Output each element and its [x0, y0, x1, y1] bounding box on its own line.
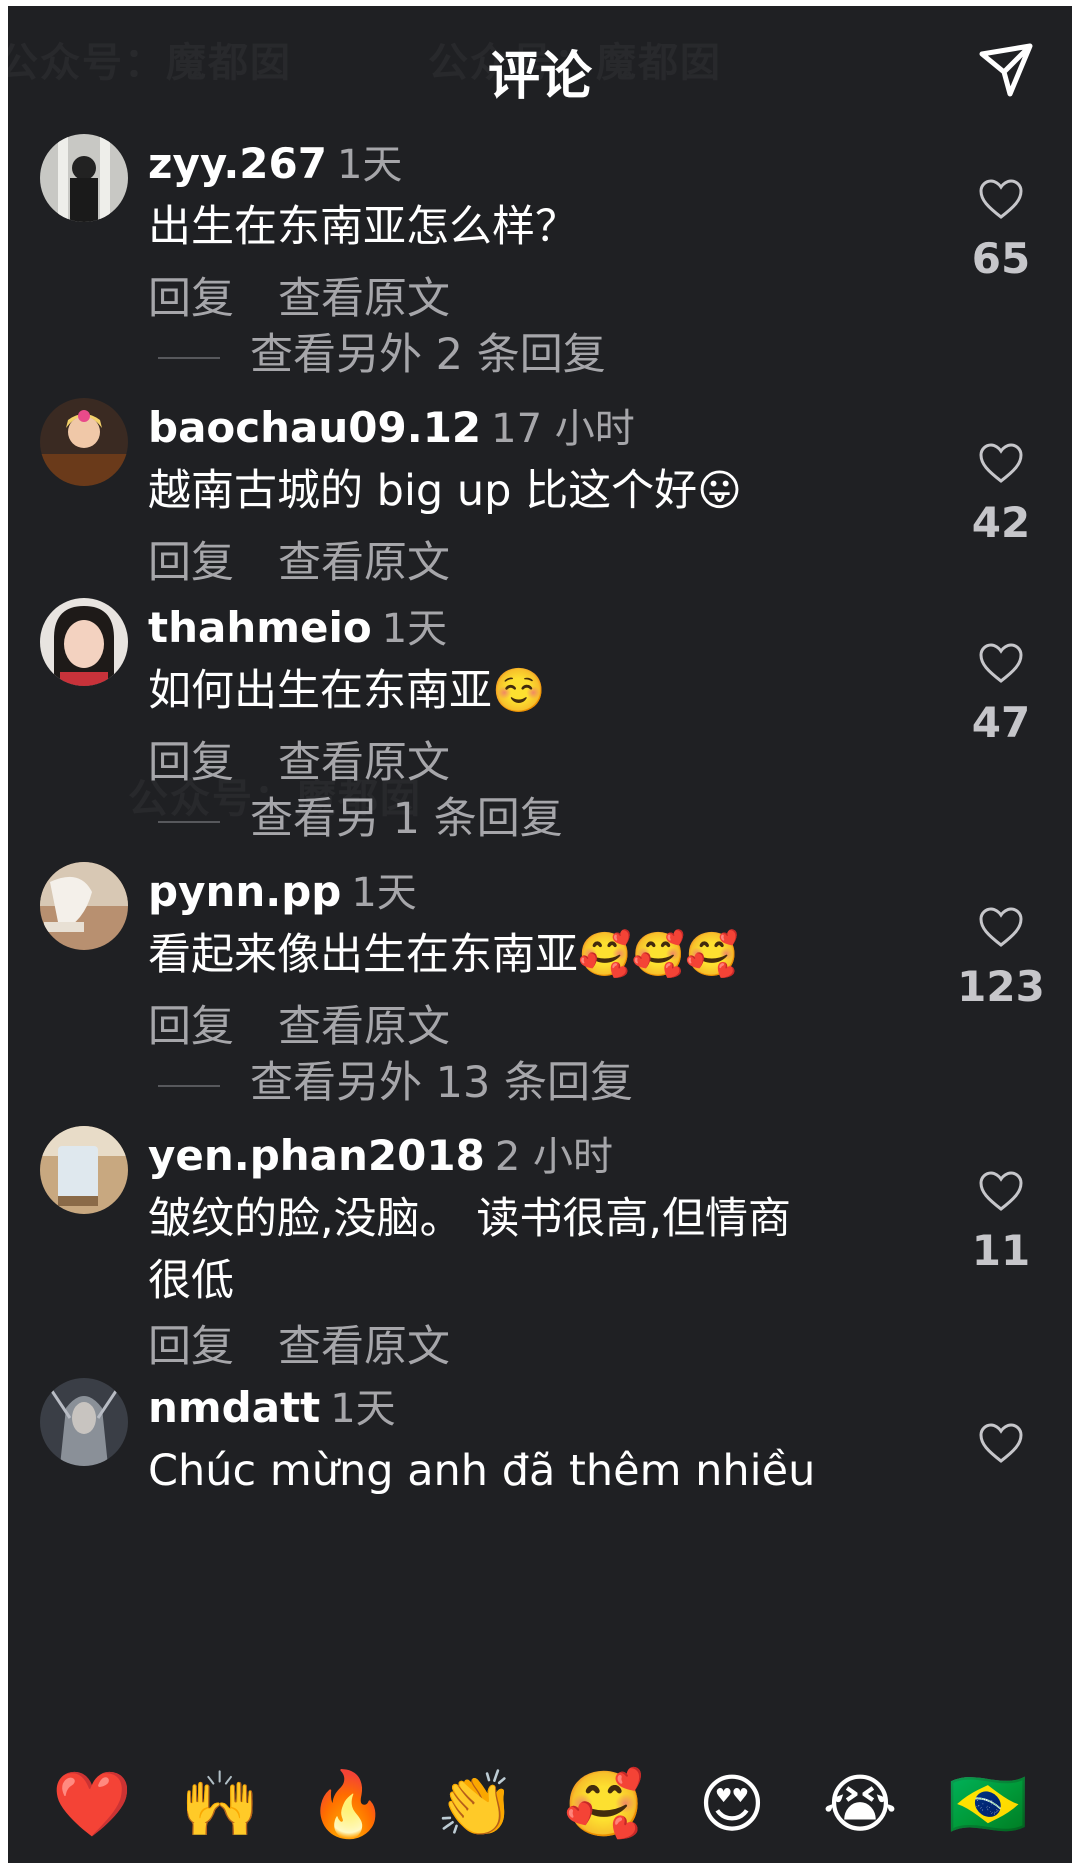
comment-header: baochau09.12 17 小时 [148, 398, 635, 458]
comment-header: nmdatt 1天 [148, 1378, 396, 1438]
emoji-crying-face[interactable]: 😭 [815, 1765, 905, 1845]
avatar[interactable] [40, 1378, 128, 1466]
header: 评论 [8, 6, 1072, 126]
like-control[interactable] [956, 1422, 1046, 1464]
view-original-button[interactable]: 查看原文 [278, 1002, 450, 1052]
view-more-replies[interactable]: 查看另外 2 条回复 [158, 320, 606, 382]
emoji-reaction-bar: ❤️ 🙌 🔥 👏 🥰 😍 😭 🇧🇷 [8, 1747, 1072, 1863]
page-title: 评论 [487, 47, 592, 107]
emoji-raising-hands[interactable]: 🙌 [175, 1765, 265, 1845]
comments-screen: 公众号：魔都囡 公众号：魔都囡 公众号：魔都囡 评论 zyy.2671天 出生在… [8, 6, 1072, 1863]
comment-list: zyy.267 1天 出生在东南亚怎么样？ 回复 查看原文 查看另外 2 条回复 6… [8, 6, 1072, 1863]
emoji-smiling-hearts[interactable]: 🥰 [559, 1765, 649, 1845]
divider [158, 820, 220, 823]
like-count: 123 [957, 962, 1045, 1011]
like-count: 47 [971, 698, 1031, 747]
comment-actions: 回复 查看原文 [148, 528, 450, 590]
like-control[interactable]: 47 [956, 642, 1046, 747]
avatar[interactable] [40, 134, 128, 222]
reply-button[interactable]: 回复 [148, 274, 234, 324]
username[interactable]: pynn.pp [148, 867, 341, 916]
view-original-button[interactable]: 查看原文 [278, 274, 450, 324]
comment-text: 皱纹的脸,没脑。 读书很高,但情商很低 [148, 1194, 792, 1306]
like-control[interactable]: 123 [956, 906, 1046, 1011]
scroll-fade [8, 1707, 1072, 1747]
comment-text: 出生在东南亚怎么样？ [148, 202, 578, 252]
comment-header: thahmeio 1天 [148, 598, 447, 658]
view-more-replies-label: 查看另外 2 条回复 [250, 330, 606, 380]
username[interactable]: zyy.267 [148, 139, 327, 188]
emoji-flag-brazil[interactable]: 🇧🇷 [943, 1765, 1033, 1845]
like-control[interactable]: 65 [956, 178, 1046, 283]
comment-actions: 回复 查看原文 [148, 1312, 450, 1374]
avatar[interactable] [40, 1126, 128, 1214]
emoji-red-heart[interactable]: ❤️ [47, 1765, 137, 1845]
comment-text: Chúc mừng anh đã thêm nhiều [148, 1446, 816, 1496]
heart-icon[interactable] [978, 178, 1024, 220]
comment-header: pynn.pp 1天 [148, 862, 417, 922]
divider [158, 356, 220, 359]
emoji-fire[interactable]: 🔥 [303, 1765, 393, 1845]
view-more-replies-label: 查看另 1 条回复 [250, 794, 563, 844]
comment-header: yen.phan2018 2 小时 [148, 1126, 613, 1186]
view-original-button[interactable]: 查看原文 [278, 1322, 450, 1372]
comment-time: 17 小时 [491, 406, 635, 452]
avatar[interactable] [40, 398, 128, 486]
like-control[interactable]: 11 [956, 1170, 1046, 1275]
heart-icon[interactable] [978, 1422, 1024, 1464]
comment-time: 1天 [381, 606, 448, 652]
view-original-button[interactable]: 查看原文 [278, 538, 450, 588]
like-count: 42 [971, 498, 1031, 547]
view-more-replies[interactable]: 查看另 1 条回复 [158, 784, 563, 846]
username[interactable]: thahmeio [148, 603, 372, 652]
reply-button[interactable]: 回复 [148, 1322, 234, 1372]
comment-text: 看起来像出生在东南亚🥰🥰🥰 [148, 930, 739, 980]
comment-header: zyy.267 1天 [148, 134, 402, 194]
reply-button[interactable]: 回复 [148, 538, 234, 588]
divider [158, 1084, 220, 1087]
comment-time: 2 小时 [494, 1134, 613, 1180]
emoji-heart-eyes[interactable]: 😍 [687, 1765, 777, 1845]
emoji-clapping-hands[interactable]: 👏 [431, 1765, 521, 1845]
comment-actions: 回复 查看原文 [148, 992, 450, 1054]
username[interactable]: baochau09.12 [148, 403, 481, 452]
like-count: 65 [971, 234, 1031, 283]
avatar[interactable] [40, 598, 128, 686]
comment-actions: 回复 查看原文 [148, 728, 450, 790]
comment-text: 越南古城的 big up 比这个好😛 [148, 466, 742, 516]
heart-icon[interactable] [978, 906, 1024, 948]
username[interactable]: nmdatt [148, 1383, 320, 1432]
comment-text: 如何出生在东南亚☺️ [148, 666, 546, 716]
reply-button[interactable]: 回复 [148, 738, 234, 788]
like-count: 11 [971, 1226, 1031, 1275]
comment-time: 1天 [336, 142, 403, 188]
heart-icon[interactable] [978, 442, 1024, 484]
reply-button[interactable]: 回复 [148, 1002, 234, 1052]
send-icon[interactable] [976, 40, 1036, 100]
comment-time: 1天 [330, 1386, 396, 1432]
comment-time: 1天 [351, 870, 417, 916]
username[interactable]: yen.phan2018 [148, 1131, 485, 1180]
avatar[interactable] [40, 862, 128, 950]
view-more-replies[interactable]: 查看另外 13 条回复 [158, 1048, 633, 1110]
comment-actions: 回复 查看原文 [148, 264, 450, 326]
heart-icon[interactable] [978, 642, 1024, 684]
view-original-button[interactable]: 查看原文 [278, 738, 450, 788]
heart-icon[interactable] [978, 1170, 1024, 1212]
like-control[interactable]: 42 [956, 442, 1046, 547]
view-more-replies-label: 查看另外 13 条回复 [250, 1058, 634, 1108]
